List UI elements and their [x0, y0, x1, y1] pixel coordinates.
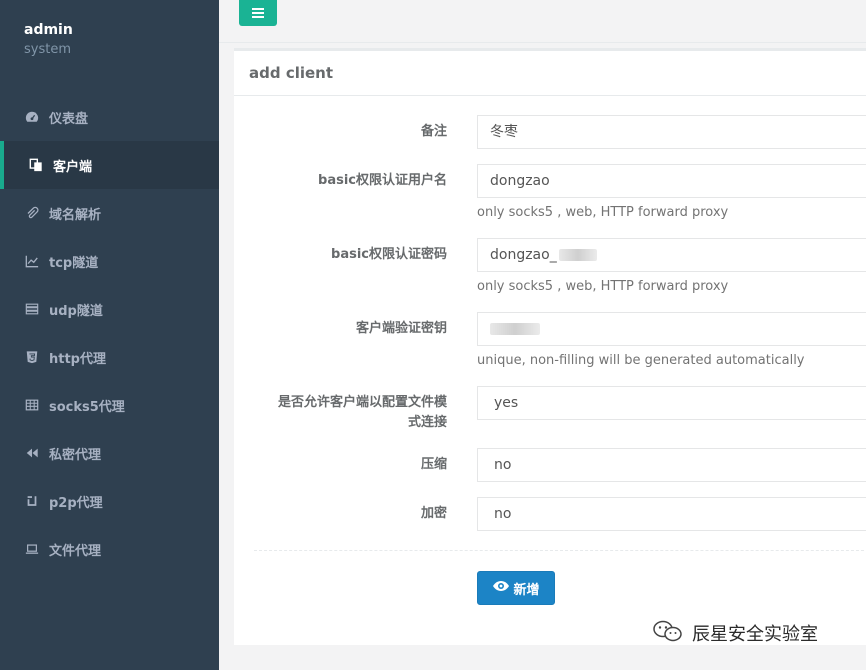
panel-title: add client [234, 51, 866, 96]
user-profile: admin system [24, 20, 73, 60]
basic-pass-value: dongzao_ [490, 247, 557, 263]
form-divider [254, 550, 866, 551]
sidebar-item-dashboard[interactable]: 仪表盘 [0, 93, 219, 141]
sidebar-item-tcp[interactable]: tcp隧道 [0, 237, 219, 285]
sidebar-item-label: tcp隧道 [49, 255, 99, 271]
sidebar-item-socks5[interactable]: socks5代理 [0, 381, 219, 429]
sidebar-item-secret[interactable]: 私密代理 [0, 429, 219, 477]
sidebar: admin system 仪表盘 客户端 域名解析 tcp隧道 udp隧道 ht… [0, 0, 219, 670]
basic-pass-input[interactable]: dongzao_ [477, 238, 866, 272]
sidebar-item-label: 私密代理 [49, 447, 102, 463]
remark-input[interactable]: 冬枣 [477, 115, 866, 149]
crypt-select[interactable]: no [477, 497, 866, 531]
config-conn-label: 是否允许客户端以配置文件模 式连接 [247, 393, 447, 433]
sidebar-item-domain[interactable]: 域名解析 [0, 189, 219, 237]
html5-icon [24, 350, 40, 364]
profile-role: system [24, 42, 71, 57]
server-icon [24, 302, 40, 316]
sidebar-item-udp[interactable]: udp隧道 [0, 285, 219, 333]
vkey-input[interactable] [477, 312, 866, 346]
basic-user-help: only socks5 , web, HTTP forward proxy [477, 205, 729, 220]
top-divider [219, 42, 866, 43]
compress-label: 压缩 [420, 457, 447, 472]
sidebar-item-p2p[interactable]: p2p代理 [0, 477, 219, 525]
watermark: 辰星安全实验室 [652, 620, 818, 646]
add-button[interactable]: 新增 [477, 571, 555, 605]
basic-pass-label: basic权限认证密码 [331, 247, 447, 262]
basic-user-label: basic权限认证用户名 [318, 173, 447, 188]
sidebar-item-label: 客户端 [53, 159, 93, 175]
dashboard-icon [24, 110, 40, 124]
sidebar-item-label: p2p代理 [49, 495, 103, 511]
add-button-label: 新增 [513, 582, 540, 598]
sidebar-item-label: udp隧道 [49, 303, 103, 319]
profile-name[interactable]: admin [24, 20, 73, 40]
sidebar-item-label: 域名解析 [49, 207, 102, 223]
table-icon [24, 398, 40, 412]
remark-label: 备注 [420, 124, 447, 139]
add-client-panel: add client 备注 冬枣 basic权限认证用户名 dongzao on… [234, 48, 866, 645]
laptop-icon [24, 542, 40, 556]
paperclip-icon [24, 206, 40, 220]
config-conn-select[interactable]: yes [477, 386, 866, 420]
redaction-blur [490, 323, 540, 335]
menu-toggle-button[interactable] [239, 0, 277, 26]
sidebar-nav: 仪表盘 客户端 域名解析 tcp隧道 udp隧道 http代理 socks5代理… [0, 93, 219, 573]
compress-select[interactable]: no [477, 448, 866, 482]
sidebar-item-label: socks5代理 [49, 399, 125, 415]
copy-icon [28, 158, 44, 172]
line-chart-icon [24, 254, 40, 268]
square-icon [24, 494, 40, 508]
basic-user-input[interactable]: dongzao [477, 164, 866, 198]
redaction-blur [558, 249, 597, 261]
eye-icon [492, 580, 513, 596]
sidebar-item-http[interactable]: http代理 [0, 333, 219, 381]
vkey-label: 客户端验证密钥 [355, 321, 447, 336]
basic-pass-help: only socks5 , web, HTTP forward proxy [477, 279, 729, 294]
backward-icon [24, 446, 40, 460]
sidebar-item-label: 仪表盘 [49, 111, 89, 127]
sidebar-item-clients[interactable]: 客户端 [0, 141, 219, 189]
config-conn-label-line1: 是否允许客户端以配置文件模 [277, 395, 447, 410]
watermark-text: 辰星安全实验室 [692, 624, 818, 645]
config-conn-label-line2: 式连接 [407, 415, 447, 430]
bars-icon [252, 3, 264, 22]
sidebar-item-label: http代理 [49, 351, 106, 367]
crypt-label: 加密 [420, 506, 447, 521]
sidebar-item-label: 文件代理 [49, 543, 102, 559]
sidebar-item-file[interactable]: 文件代理 [0, 525, 219, 573]
wechat-icon [652, 620, 684, 646]
vkey-help: unique, non-filling will be generated au… [477, 353, 805, 368]
